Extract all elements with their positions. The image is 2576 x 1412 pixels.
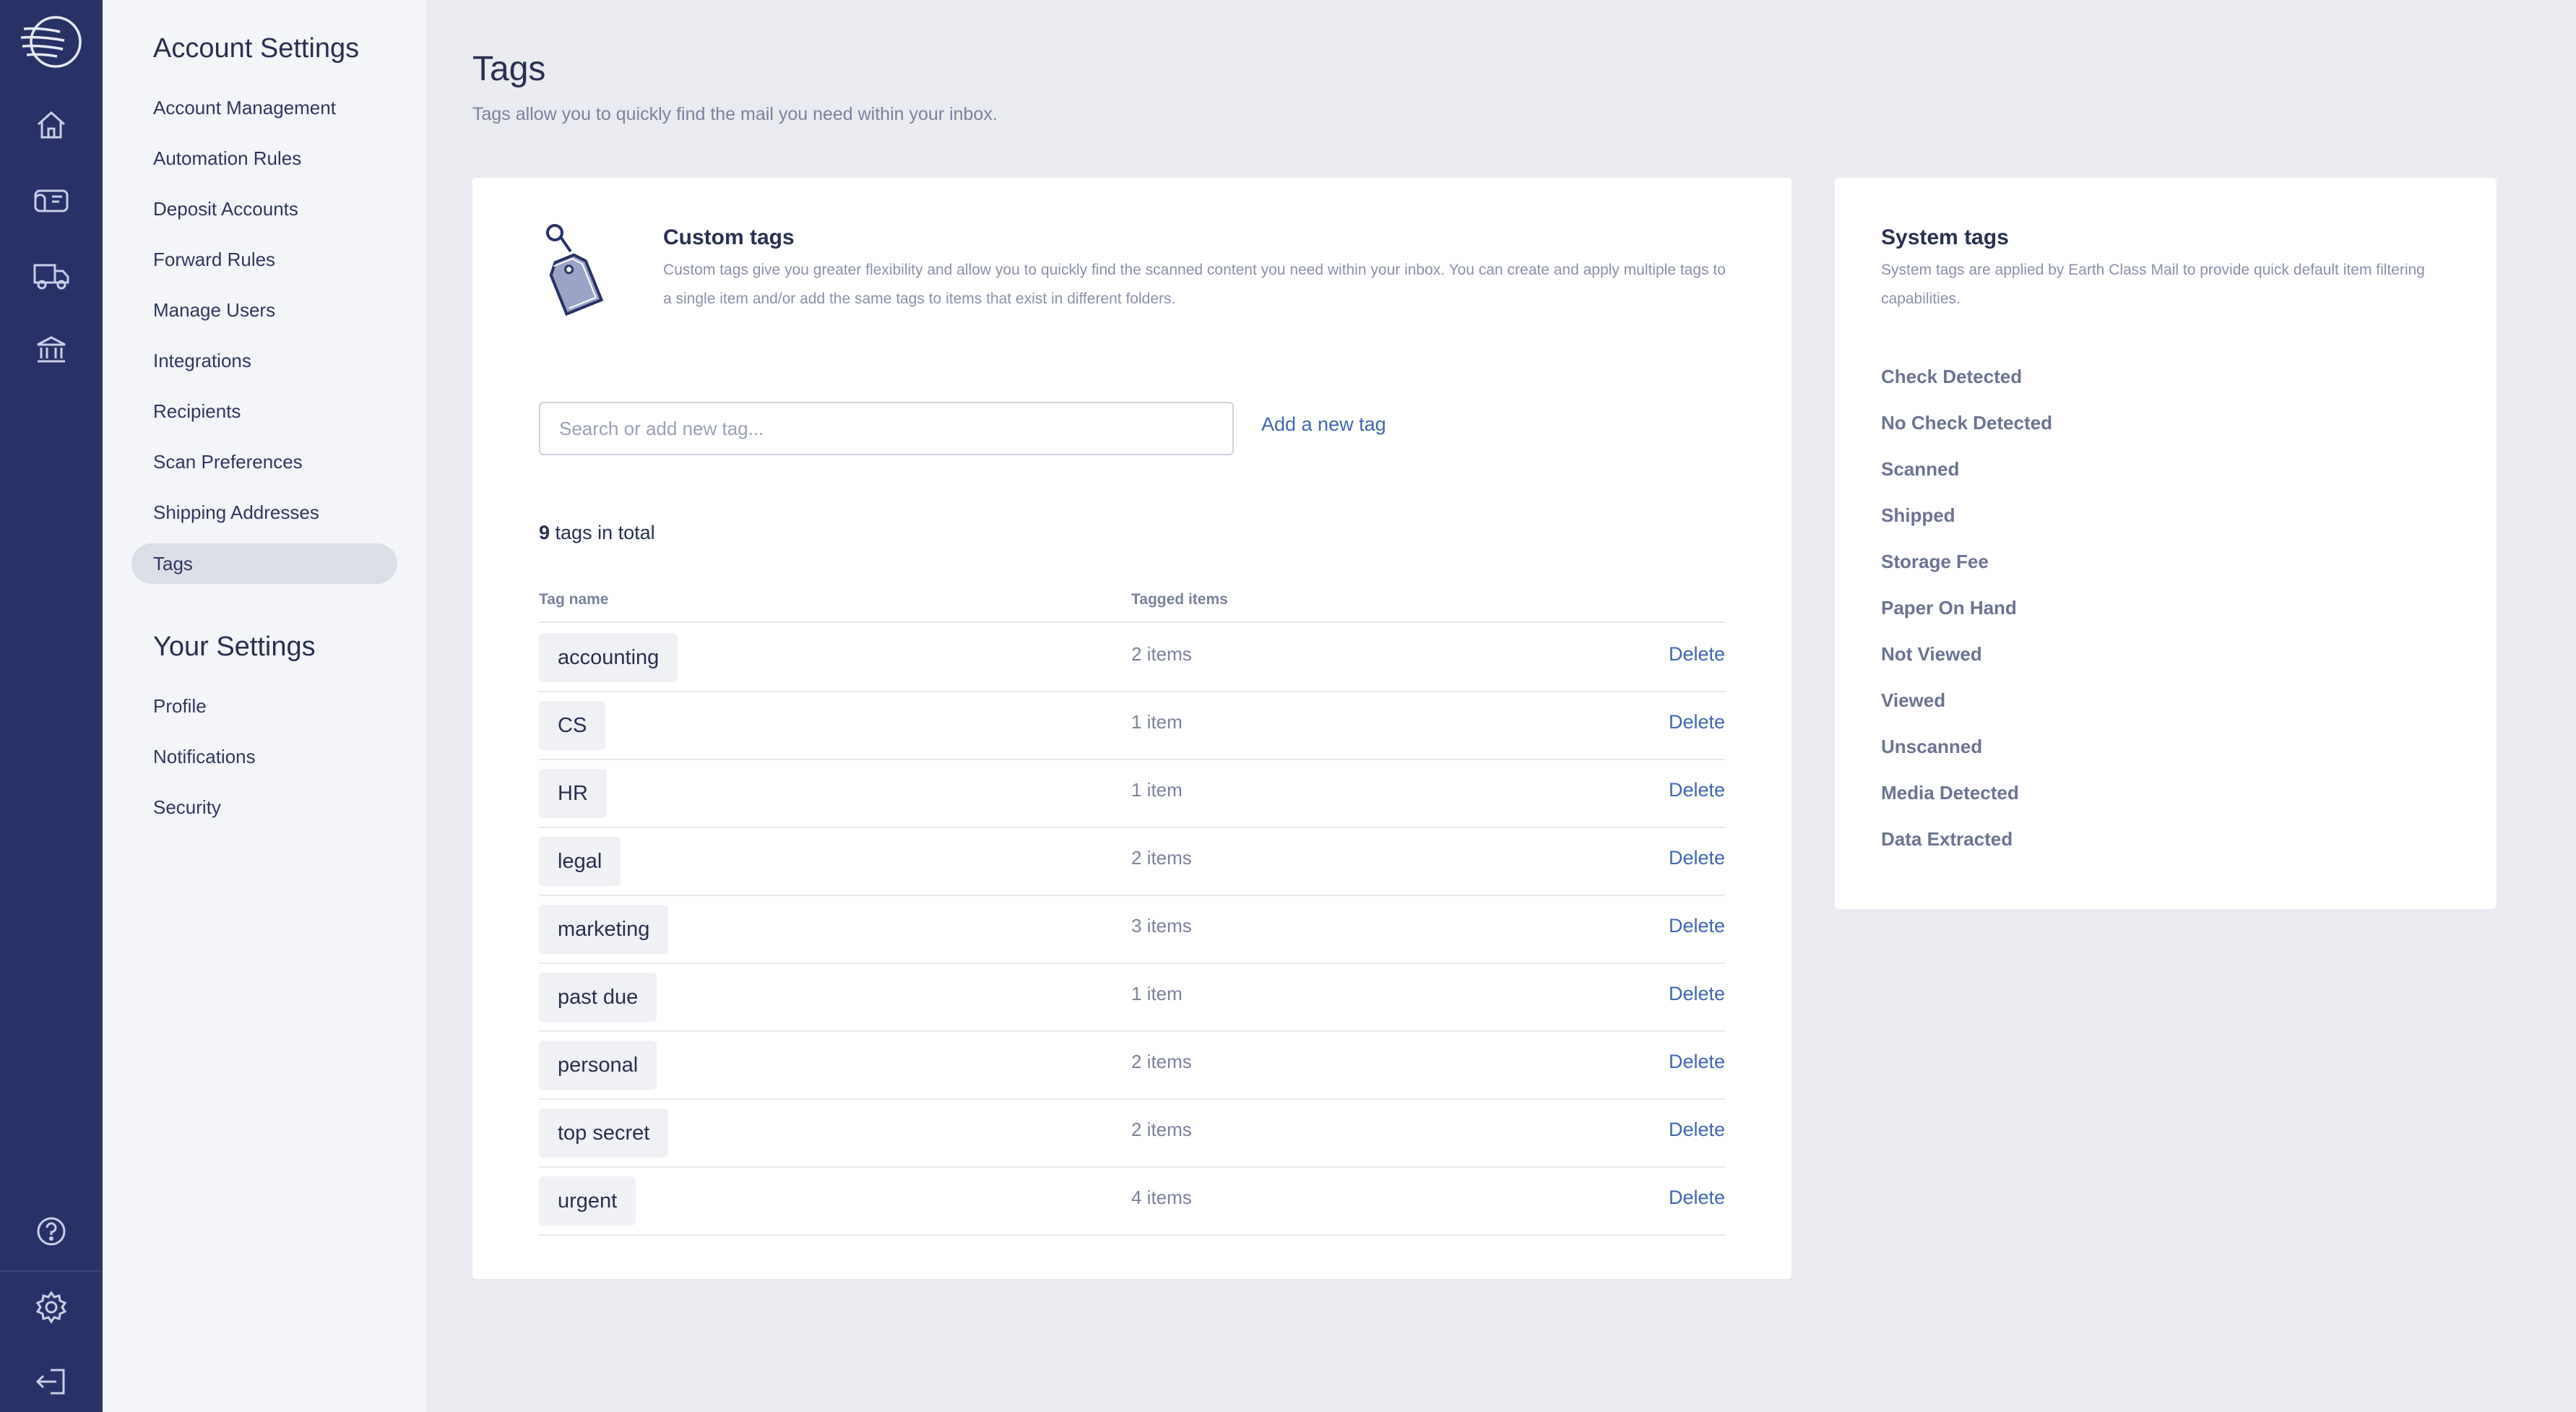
nav-item-automation-rules[interactable]: Automation Rules	[153, 144, 301, 173]
nav-item-notifications[interactable]: Notifications	[153, 742, 256, 771]
nav-item-integrations[interactable]: Integrations	[153, 346, 251, 375]
nav-item-tags[interactable]: Tags	[153, 549, 193, 578]
system-tags-description: System tags are applied by Earth Class M…	[1881, 262, 2425, 307]
bank-icon[interactable]	[0, 335, 103, 364]
table-row: accounting 2 items Delete	[539, 623, 1725, 691]
system-tag-item: Storage Fee	[1881, 551, 1989, 572]
system-tag-item: Unscanned	[1881, 736, 1983, 757]
delete-tag-button[interactable]: Delete	[1669, 1187, 1725, 1209]
tag-chip[interactable]: accounting	[539, 633, 678, 682]
custom-tags-title: Custom tags	[663, 225, 795, 249]
icon-rail	[0, 0, 103, 1412]
table-row: personal 2 items Delete	[539, 1030, 1725, 1098]
tag-chip[interactable]: HR	[539, 769, 607, 818]
tag-search-input[interactable]	[539, 402, 1234, 455]
system-tag-item: Check Detected	[1881, 366, 2023, 387]
rail-divider	[0, 1270, 103, 1272]
table-row: past due 1 item Delete	[539, 963, 1725, 1030]
tag-count: 1 item	[1131, 779, 1183, 801]
delete-tag-button[interactable]: Delete	[1669, 983, 1725, 1005]
tag-count: 3 items	[1131, 915, 1192, 937]
nav-item-manage-users[interactable]: Manage Users	[153, 296, 275, 324]
delete-tag-button[interactable]: Delete	[1669, 847, 1725, 869]
tag-icon	[539, 223, 614, 320]
nav-item-scan-preferences[interactable]: Scan Preferences	[153, 447, 303, 476]
settings-nav: Account Settings Account Management Auto…	[103, 0, 426, 1412]
table-row: top secret 2 items Delete	[539, 1098, 1725, 1166]
help-icon[interactable]	[0, 1215, 103, 1247]
tag-chip[interactable]: urgent	[539, 1176, 636, 1226]
table-row: CS 1 item Delete	[539, 691, 1725, 759]
system-tag-item: Shipped	[1881, 504, 1955, 526]
tag-chip[interactable]: CS	[539, 701, 606, 750]
nav-item-deposit-accounts[interactable]: Deposit Accounts	[153, 194, 298, 223]
gear-icon[interactable]	[0, 1291, 103, 1324]
table-row: HR 1 item Delete	[539, 759, 1725, 827]
custom-tags-description: Custom tags give you greater flexibility…	[663, 262, 1726, 307]
system-tag-item: No Check Detected	[1881, 412, 2052, 434]
nav-item-recipients[interactable]: Recipients	[153, 397, 241, 426]
logout-icon[interactable]	[0, 1367, 103, 1396]
system-tag-item: Data Extracted	[1881, 828, 2013, 850]
mailbox-icon[interactable]	[0, 186, 103, 214]
tag-count: 2 items	[1131, 1051, 1192, 1072]
table-row: urgent 4 items Delete	[539, 1166, 1725, 1234]
system-tag-item: Scanned	[1881, 458, 1960, 480]
tag-chip[interactable]: marketing	[539, 905, 669, 954]
tag-count: 2 items	[1131, 1119, 1192, 1140]
tag-chip[interactable]: past due	[539, 973, 657, 1022]
column-header-tag-name: Tag name	[539, 591, 609, 608]
tags-total-count: 9	[539, 522, 550, 543]
tag-chip[interactable]: top secret	[539, 1108, 669, 1158]
account-settings-heading: Account Settings	[153, 33, 360, 64]
add-new-tag-link[interactable]: Add a new tag	[1261, 413, 1386, 436]
tags-total-label: tags in total	[550, 522, 655, 543]
column-header-tagged-items: Tagged items	[1131, 591, 1228, 608]
nav-item-forward-rules[interactable]: Forward Rules	[153, 245, 275, 274]
table-row: marketing 3 items Delete	[539, 895, 1725, 963]
system-tag-item: Media Detected	[1881, 782, 2019, 804]
delete-tag-button[interactable]: Delete	[1669, 711, 1725, 733]
your-settings-heading: Your Settings	[153, 632, 316, 662]
delete-tag-button[interactable]: Delete	[1669, 915, 1725, 937]
tag-count: 2 items	[1131, 643, 1192, 665]
nav-item-profile[interactable]: Profile	[153, 692, 207, 720]
system-tags-card: System tags System tags are applied by E…	[1835, 178, 2497, 909]
logo-icon[interactable]	[0, 13, 103, 71]
delete-tag-button[interactable]: Delete	[1669, 779, 1725, 801]
tag-count: 2 items	[1131, 847, 1192, 869]
system-tag-item: Viewed	[1881, 689, 1946, 711]
tag-chip[interactable]: personal	[539, 1041, 657, 1090]
table-row: legal 2 items Delete	[539, 827, 1725, 895]
system-tag-item: Paper On Hand	[1881, 597, 2017, 619]
custom-tags-card: Custom tags Custom tags give you greater…	[472, 178, 1791, 1279]
delete-tag-button[interactable]: Delete	[1669, 1119, 1725, 1141]
tags-total: 9 tags in total	[539, 522, 655, 544]
page-title: Tags	[472, 50, 546, 88]
home-icon[interactable]	[0, 110, 103, 140]
delete-tag-button[interactable]: Delete	[1669, 1051, 1725, 1073]
tag-chip[interactable]: legal	[539, 837, 621, 886]
delete-tag-button[interactable]: Delete	[1669, 643, 1725, 666]
tag-count: 1 item	[1131, 711, 1183, 733]
nav-item-account-management[interactable]: Account Management	[153, 93, 336, 122]
system-tag-item: Not Viewed	[1881, 643, 1982, 665]
nav-item-shipping-addresses[interactable]: Shipping Addresses	[153, 498, 319, 527]
tag-count: 1 item	[1131, 983, 1183, 1004]
page-subtitle: Tags allow you to quickly find the mail …	[472, 104, 998, 124]
truck-icon[interactable]	[0, 262, 103, 290]
system-tags-title: System tags	[1881, 225, 2009, 249]
tag-count: 4 items	[1131, 1187, 1192, 1208]
nav-item-security[interactable]: Security	[153, 793, 221, 822]
row-divider	[539, 1234, 1725, 1236]
